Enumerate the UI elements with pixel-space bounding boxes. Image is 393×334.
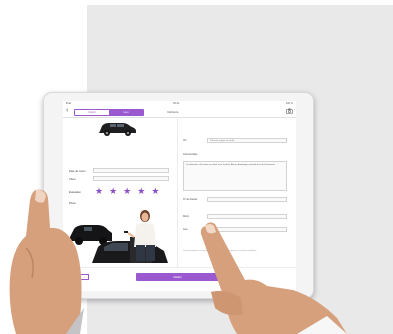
suv-image: [99, 123, 136, 136]
right-hand: [200, 222, 347, 334]
location-label: Lieu: [183, 228, 188, 231]
star-rating[interactable]: ★ ★ ★ ★ ★: [95, 187, 159, 196]
vin-label: Vin: [183, 139, 187, 142]
tab-lieu[interactable]: Lieu: [109, 110, 143, 115]
vin-field[interactable]: Véhicule propre et vérifié: [207, 138, 287, 143]
status-time: 09:41: [173, 102, 180, 105]
nav-bar: ‹ Dépôt Lieu Véhicule: [63, 106, 296, 118]
star-icon[interactable]: ★: [95, 187, 103, 196]
star-icon[interactable]: ★: [151, 187, 159, 196]
page-title: Véhicule: [167, 110, 179, 114]
tab-depot[interactable]: Dépôt: [75, 110, 109, 115]
file-number-label: N° de dossier: [183, 198, 198, 201]
star-icon[interactable]: ★: [137, 187, 145, 196]
return-date-field[interactable]: [93, 168, 169, 173]
status-battery: 100 %: [285, 102, 293, 105]
client-field[interactable]: [93, 176, 169, 181]
comment-textarea[interactable]: Le véhicule a été remis au client avec l…: [183, 161, 287, 191]
file-number-field[interactable]: [207, 197, 287, 202]
stage: iPad 09:41 100 % ‹ Dépôt Lieu Véhicule D…: [0, 0, 393, 334]
segmented-control: Dépôt Lieu: [74, 109, 144, 116]
star-icon[interactable]: ★: [109, 187, 117, 196]
return-date-label: Date de retour: [69, 170, 86, 173]
client-label: Client: [69, 178, 76, 181]
column-divider: [177, 119, 178, 267]
left-hand: [9, 189, 84, 334]
status-carrier: iPad: [66, 102, 72, 105]
comment-label: Commentaire: [183, 153, 198, 156]
mileage-label: Kilom.: [183, 215, 190, 218]
star-icon[interactable]: ★: [123, 187, 131, 196]
camera-icon[interactable]: [286, 108, 293, 114]
back-button[interactable]: ‹: [66, 107, 68, 115]
